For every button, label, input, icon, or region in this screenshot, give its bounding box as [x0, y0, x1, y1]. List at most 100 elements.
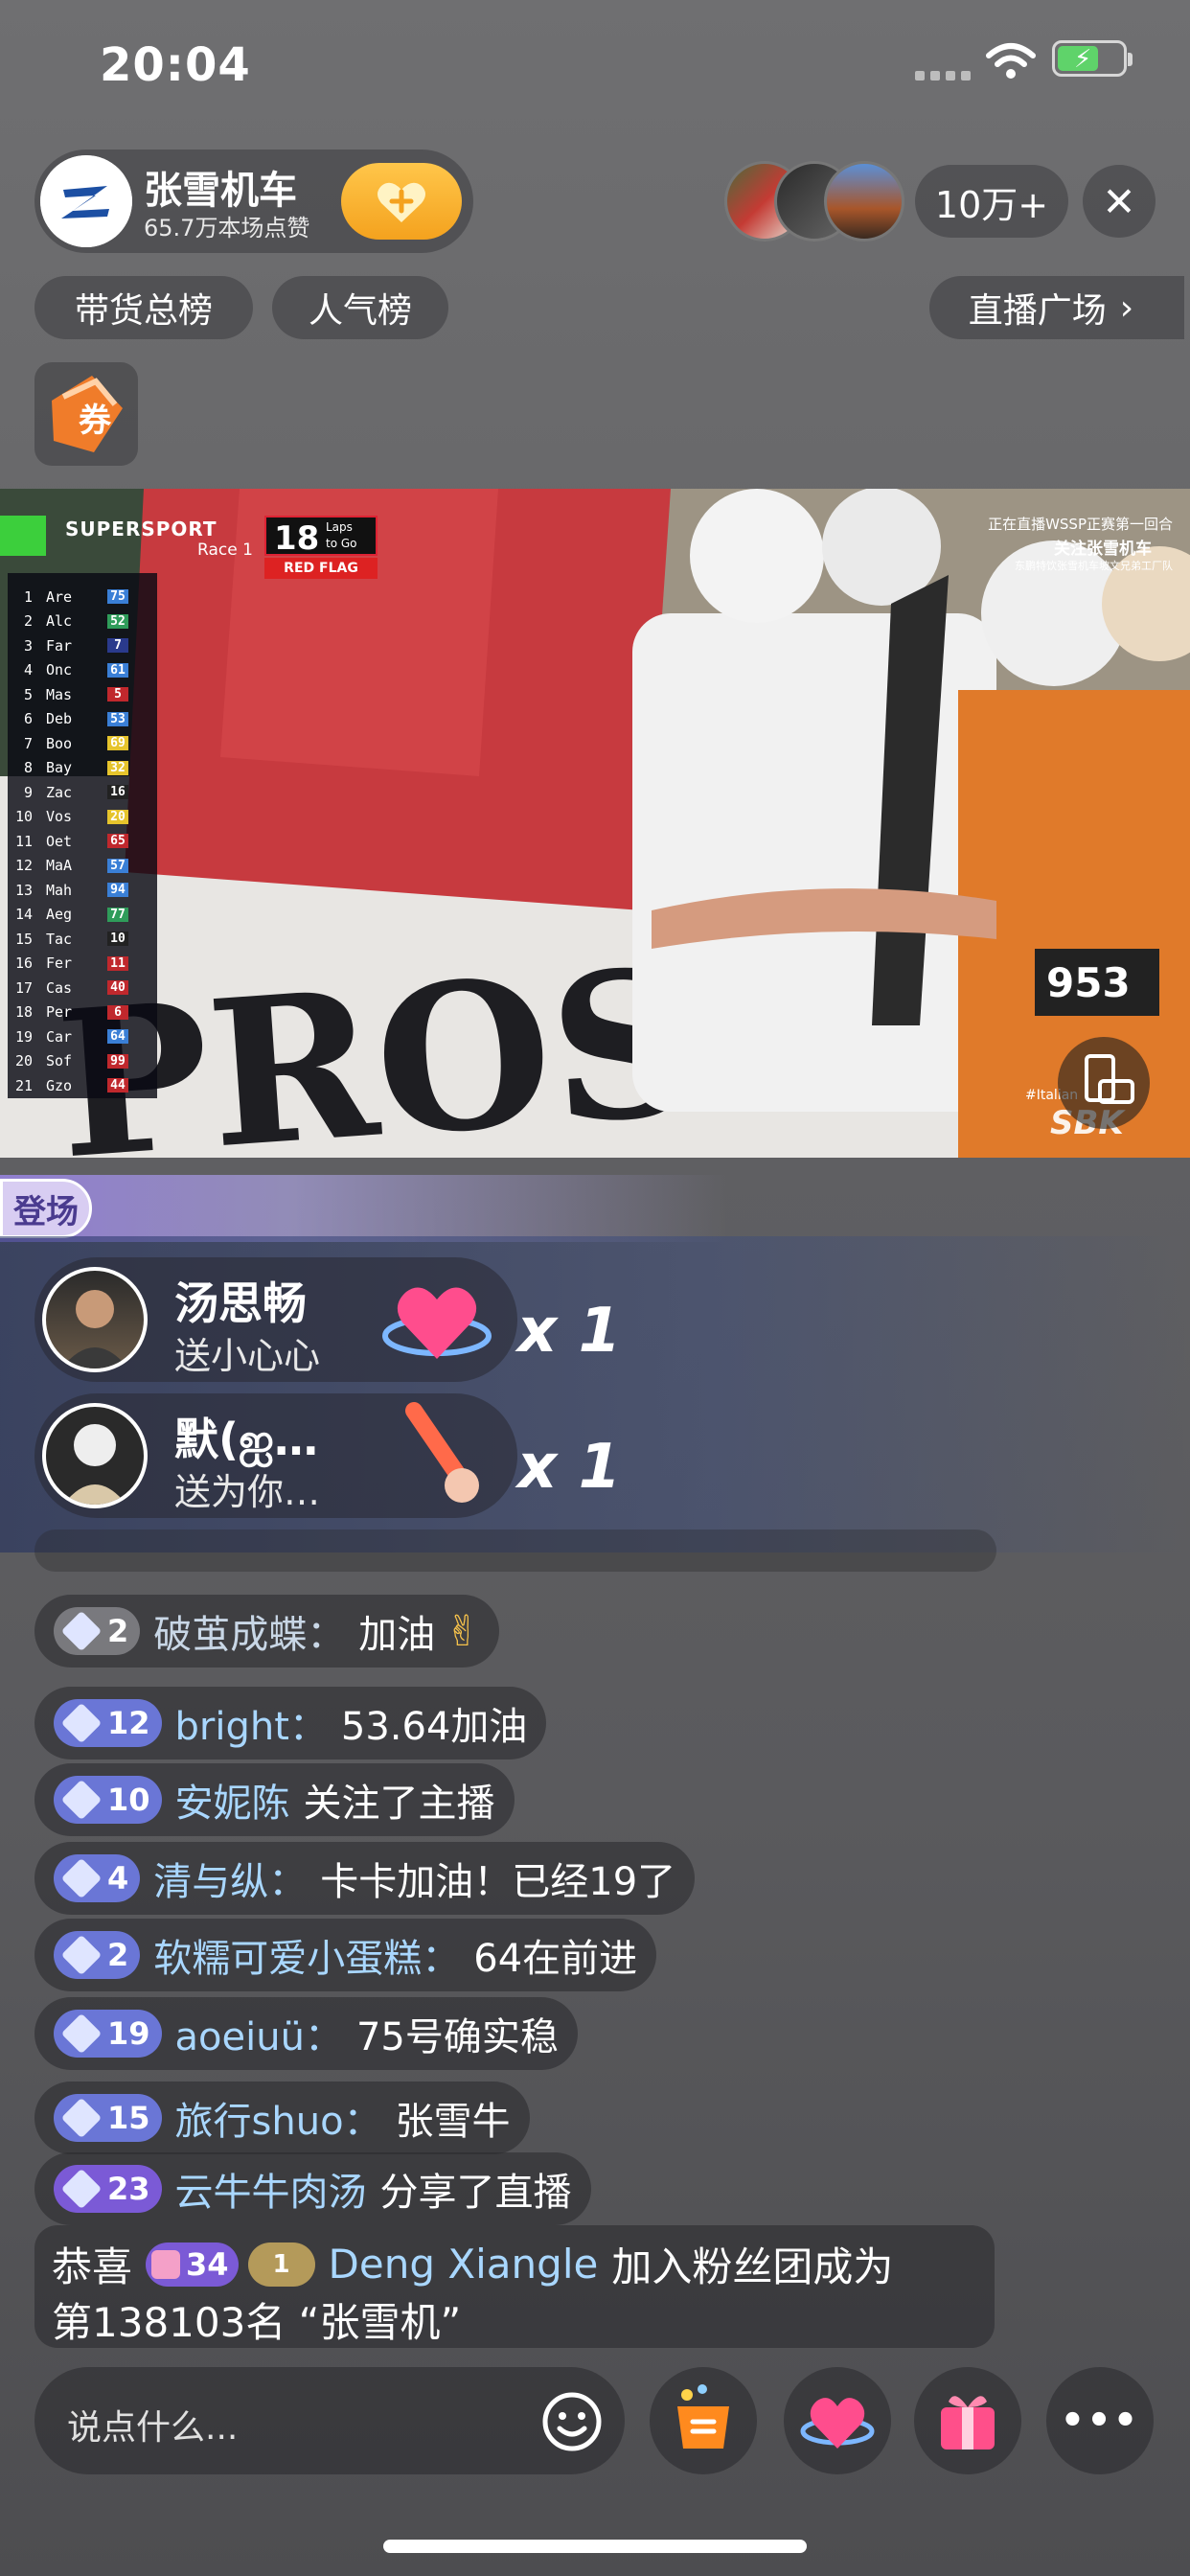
live-video[interactable]: PROSECCO DOC 953 SUPERSPORT Race 1 18 La… — [0, 489, 1190, 1158]
comment-username[interactable]: 清与纵： — [153, 1851, 307, 1906]
gift-message[interactable]: 汤思畅 送小心心 — [34, 1257, 517, 1382]
host-info[interactable]: 张雪机车 65.7万本场点赞 — [34, 150, 473, 253]
overlay-text-1: 正在直播WSSP正赛第一回合 — [988, 516, 1173, 533]
gift-button[interactable] — [914, 2367, 1021, 2474]
comment-username[interactable]: 软糯可爱小蛋糕： — [153, 1927, 460, 1983]
emoji-icon[interactable] — [540, 2390, 604, 2453]
leaderboard-row: 15 Tac 10 — [8, 927, 157, 951]
rider-name: Onc — [46, 661, 73, 678]
shopping-cart-icon — [677, 2384, 729, 2449]
shopping-cart-button[interactable] — [650, 2367, 757, 2474]
comment-text: 分享了直播 — [379, 2171, 572, 2215]
comment-row[interactable]: 4 清与纵： 卡卡加油！已经19了 — [34, 1842, 696, 1915]
entry-effect-banner — [0, 1175, 728, 1242]
rider-number: 40 — [107, 980, 128, 995]
leaderboard-row: 4 Onc 61 — [8, 658, 157, 682]
comment-row[interactable]: 2 破茧成蝶： 加油 ✌ — [34, 1595, 500, 1668]
coupon-button[interactable]: 券 — [34, 362, 138, 466]
user-level-badge: 12 — [54, 1699, 162, 1747]
comment-row[interactable]: 12 bright： 53.64加油 — [34, 1687, 547, 1760]
laps-to-go-label: to Go — [326, 537, 357, 550]
rider-name: Vos — [46, 808, 73, 825]
more-button[interactable]: ••• — [1046, 2367, 1154, 2474]
comment-row[interactable]: 15 旅行shuo： 张雪牛 — [34, 2082, 530, 2154]
leaderboard-row: 7 Boo 69 — [8, 731, 157, 755]
red-flag-label: RED FLAG — [264, 558, 378, 579]
user-level-badge: 15 — [54, 2094, 162, 2142]
home-indicator[interactable] — [383, 2540, 807, 2553]
svg-text:券: 券 — [79, 402, 112, 440]
leaderboard-row: 18 Per 6 — [8, 1000, 157, 1024]
live-plaza-button[interactable]: 直播广场 › — [929, 276, 1184, 339]
fan-level-number: 34 — [186, 2245, 229, 2283]
comment-row[interactable]: 10 安妮陈 关注了主播 — [34, 1763, 515, 1836]
rider-name: Alc — [46, 612, 73, 630]
gift-sender-avatar[interactable] — [42, 1403, 148, 1508]
viewer-count[interactable]: 10万+ — [915, 165, 1068, 238]
fan-join-username[interactable]: Deng Xiangle — [329, 2241, 599, 2288]
follow-button[interactable] — [341, 163, 462, 240]
leaderboard-row: 17 Cas 40 — [8, 976, 157, 1000]
user-level-number: 15 — [107, 2100, 150, 2136]
battery-icon: ⚡ — [1052, 40, 1133, 77]
comment-username[interactable]: 旅行shuo： — [175, 2090, 382, 2146]
overlay-text-3: 东鹏特饮张雪机车坡文兄弟工厂队 — [1015, 560, 1173, 572]
comment-row[interactable]: 19 aoeiuü： 75号确实稳 — [34, 1997, 578, 2070]
user-level-number: 23 — [107, 2171, 150, 2207]
laps-number: 18 — [274, 519, 320, 558]
comment-row[interactable]: 2 软糯可爱小蛋糕： 64在前进 — [34, 1919, 657, 1991]
popularity-ranking-button[interactable]: 人气榜 — [272, 276, 448, 339]
rider-position: 2 — [23, 612, 33, 630]
diamond-icon — [60, 1779, 103, 1821]
series-label: SUPERSPORT — [65, 518, 217, 540]
close-button[interactable]: ✕ — [1083, 165, 1156, 238]
rider-number: 52 — [107, 613, 128, 629]
rider-position: 3 — [23, 636, 33, 655]
comment-username[interactable]: aoeiuü： — [175, 2006, 343, 2061]
comment-username[interactable]: bright： — [175, 1695, 328, 1751]
rider-position: 8 — [23, 759, 33, 776]
host-name: 张雪机车 — [144, 169, 297, 213]
host-likes: 65.7万本场点赞 — [144, 215, 310, 242]
gift-sender-name: 汤思畅 — [174, 1277, 307, 1329]
gift-message[interactable]: 默(ஐ… 送为你… — [34, 1393, 517, 1518]
rider-name: Sof — [46, 1052, 73, 1070]
comment-row[interactable]: 23 云牛牛肉汤 分享了直播 — [34, 2152, 591, 2225]
comment-input-placeholder: 说点什么... — [67, 2408, 239, 2448]
laps-box: 18 Laps to Go — [264, 516, 378, 558]
like-gift-button[interactable] — [784, 2367, 891, 2474]
leaderboard-row: 1 Are 75 — [8, 585, 157, 609]
small-heart-gift-icon — [382, 1287, 492, 1359]
leaderboard-row: 6 Deb 53 — [8, 707, 157, 731]
gift-text: 送为你… — [174, 1471, 321, 1513]
user-level-badge: 2 — [54, 1931, 141, 1979]
rider-name: Bay — [46, 759, 73, 776]
rider-name: Car — [46, 1027, 73, 1046]
rider-number: 99 — [107, 1053, 128, 1069]
user-level-badge: 10 — [54, 1776, 162, 1824]
host-avatar[interactable] — [40, 155, 132, 247]
comment-input[interactable]: 说点什么... — [34, 2367, 625, 2474]
rotate-screen-button[interactable] — [1058, 1037, 1150, 1129]
sales-ranking-button[interactable]: 带货总榜 — [34, 276, 253, 339]
fan-club-badge: 1 — [247, 2242, 315, 2287]
rider-name: Boo — [46, 734, 73, 752]
rider-position: 1 — [23, 587, 33, 606]
gift-sender-avatar[interactable] — [42, 1267, 148, 1372]
fan-club-join-message[interactable]: 恭喜 34 1 Deng Xiangle 加入粉丝团成为 第138103名 “张… — [34, 2225, 995, 2348]
cellular-signal-icon — [915, 71, 971, 80]
comment-username[interactable]: 云牛牛肉汤 — [175, 2161, 367, 2217]
rider-position: 21 — [14, 1076, 33, 1094]
leaderboard-row: 11 Oet 65 — [8, 829, 157, 853]
rider-number: 44 — [107, 1078, 128, 1092]
user-level-number: 4 — [107, 1860, 129, 1897]
comment-username[interactable]: 安妮陈 — [175, 1772, 290, 1828]
viewer-avatar-3[interactable] — [824, 161, 904, 242]
overlay-text-2: 关注张雪机车 — [1054, 540, 1152, 559]
rider-name: Mah — [46, 881, 73, 899]
rider-name: Zac — [46, 783, 73, 801]
rider-number: 53 — [107, 711, 128, 726]
rider-position: 11 — [14, 832, 33, 850]
rider-position: 4 — [23, 661, 33, 678]
comment-username[interactable]: 破茧成蝶： — [153, 1603, 345, 1659]
